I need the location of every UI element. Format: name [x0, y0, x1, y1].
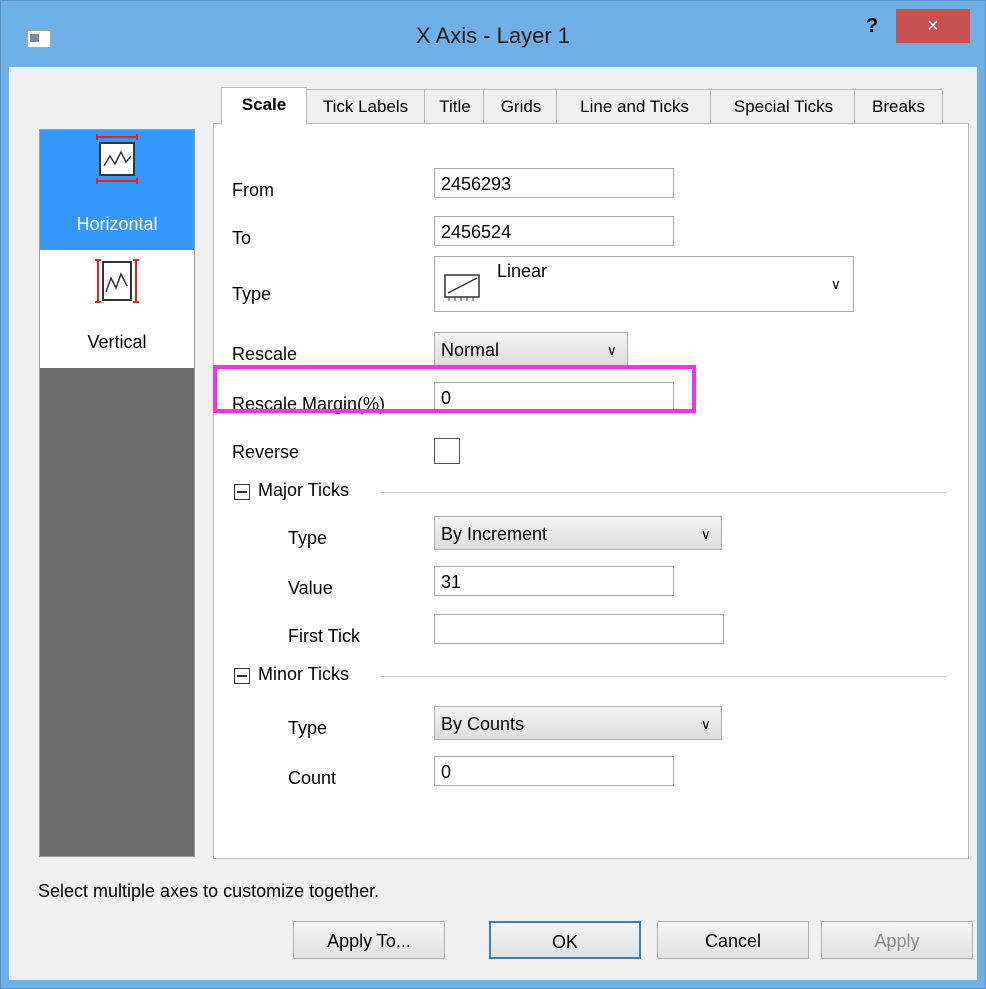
to-input[interactable]: 2456524: [434, 216, 674, 246]
minor-ticks-group-label: Minor Ticks: [258, 664, 350, 684]
axis-type-select[interactable]: Linear ∨: [434, 256, 854, 312]
reverse-checkbox[interactable]: [434, 438, 460, 464]
window-title: X Axis - Layer 1: [415, 23, 571, 48]
minor-ticks-collapse-icon[interactable]: [234, 668, 250, 684]
vertical-axis-icon: [95, 259, 139, 303]
scale-panel: From 2456293 To 2456524 Type Linear ∨ Re…: [213, 123, 969, 859]
sidebar-item-horizontal[interactable]: Horizontal: [40, 130, 194, 250]
rescale-label: Rescale: [232, 344, 298, 364]
minor-type-label: Type: [288, 718, 328, 738]
status-text: Select multiple axes to customize togeth…: [38, 881, 380, 901]
chevron-down-icon: ∨: [700, 526, 711, 542]
linear-scale-icon: [444, 274, 480, 301]
apply-button[interactable]: Apply: [821, 921, 973, 959]
from-input[interactable]: 2456293: [434, 168, 674, 198]
chevron-down-icon: ∨: [700, 716, 711, 732]
rescale-select[interactable]: Normal ∨: [434, 332, 628, 366]
title-bar: X Axis - Layer 1 ? ×: [1, 1, 985, 48]
highlight-annotation: [213, 365, 696, 413]
major-type-select[interactable]: By Increment ∨: [434, 516, 722, 550]
from-label: From: [232, 180, 274, 200]
tab-grids[interactable]: Grids: [483, 89, 559, 124]
close-button[interactable]: ×: [896, 9, 970, 43]
tab-title[interactable]: Title: [424, 89, 486, 124]
sidebar-item-vertical[interactable]: Vertical: [40, 250, 194, 368]
rescale-value: Normal: [441, 340, 500, 360]
count-label: Count: [288, 768, 337, 788]
minor-type-select[interactable]: By Counts ∨: [434, 706, 722, 740]
tab-tick-labels[interactable]: Tick Labels: [304, 89, 427, 124]
tab-line-and-ticks[interactable]: Line and Ticks: [556, 89, 713, 124]
tab-breaks[interactable]: Breaks: [854, 89, 943, 124]
first-tick-label: First Tick: [288, 626, 360, 646]
tab-scale[interactable]: Scale: [221, 87, 307, 125]
reverse-label: Reverse: [232, 442, 300, 462]
cancel-button[interactable]: Cancel: [657, 921, 809, 959]
sidebar-item-label: Horizontal: [76, 214, 158, 234]
type-label: Type: [232, 284, 272, 304]
sidebar-item-label: Vertical: [87, 332, 147, 352]
to-label: To: [232, 228, 252, 248]
major-type-value: By Increment: [441, 524, 548, 544]
group-divider: [380, 492, 946, 493]
first-tick-input[interactable]: [434, 614, 724, 644]
apply-to-button[interactable]: Apply To...: [293, 921, 445, 959]
major-value-label: Value: [288, 578, 333, 598]
dialog-body: Horizontal Vertical Scale Tick Labels Ti…: [9, 67, 977, 980]
count-input[interactable]: 0: [434, 756, 674, 786]
axis-type-value: Linear: [497, 261, 548, 281]
group-divider: [380, 676, 946, 677]
major-value-input[interactable]: 31: [434, 566, 674, 596]
minor-type-value: By Counts: [441, 714, 525, 734]
chevron-down-icon: ∨: [830, 276, 841, 292]
ok-button[interactable]: OK: [489, 921, 641, 959]
major-ticks-group-label: Major Ticks: [258, 480, 350, 500]
major-ticks-collapse-icon[interactable]: [234, 484, 250, 500]
tab-special-ticks[interactable]: Special Ticks: [710, 89, 857, 124]
major-type-label: Type: [288, 528, 328, 548]
axis-sidebar: Horizontal Vertical: [39, 129, 195, 857]
chevron-down-icon: ∨: [606, 342, 617, 358]
horizontal-axis-icon: [96, 134, 138, 184]
help-button[interactable]: ?: [866, 15, 878, 38]
dialog-window: X Axis - Layer 1 ? × Horizontal Vertical…: [0, 0, 986, 989]
